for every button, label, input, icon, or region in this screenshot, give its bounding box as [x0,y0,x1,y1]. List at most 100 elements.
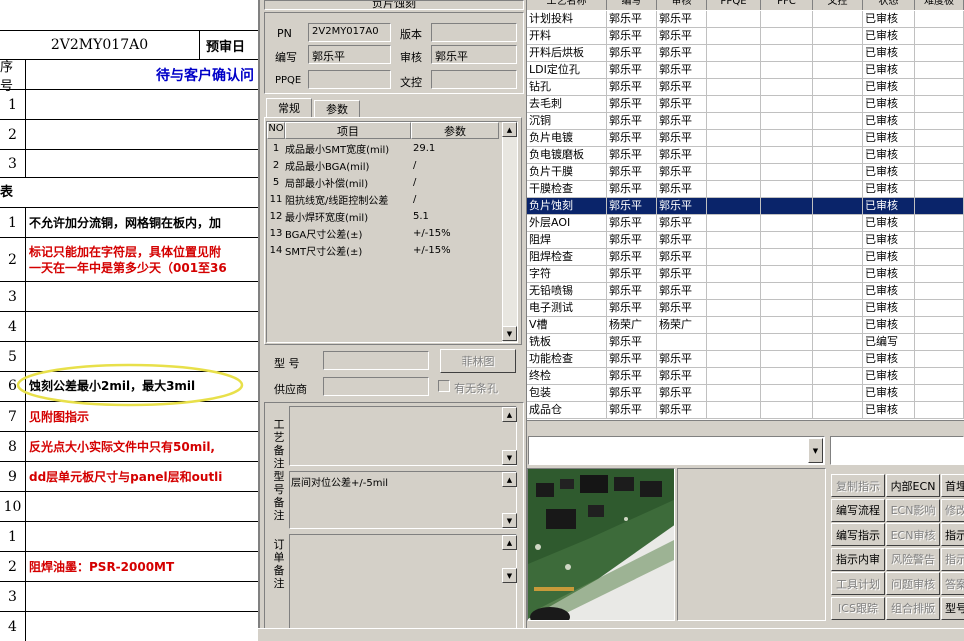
sheet-row-num: 9 [0,462,26,491]
process-note-label: 工艺备注 [272,418,286,470]
strip-checkbox[interactable] [438,380,450,392]
process-row[interactable]: 功能检查 郭乐平 郭乐平 已审核 [527,351,964,368]
action-button[interactable]: 指示 [941,547,964,571]
tab-general[interactable]: 常规 [266,98,312,117]
process-row[interactable]: 负片电镀 郭乐平 郭乐平 已审核 [527,130,964,147]
action-button[interactable]: 答案 [941,572,964,595]
process-row[interactable]: 字符 郭乐平 郭乐平 已审核 [527,266,964,283]
process-row[interactable]: 阻焊 郭乐平 郭乐平 已审核 [527,232,964,249]
model-field[interactable] [323,351,429,370]
version-field[interactable] [431,23,517,42]
process-cell-empty [707,147,761,164]
param-row[interactable]: 2 成品最小BGA(mil) / [267,157,499,174]
sheet-row-num: 1 [0,522,26,551]
tab-params[interactable]: 参数 [314,100,360,117]
scroll-up-icon[interactable]: ▲ [502,122,517,137]
process-row[interactable]: 负片蚀刻 郭乐平 郭乐平 已审核 [527,198,964,215]
action-button[interactable]: ECN审核 [886,523,940,546]
doc-field[interactable] [431,70,517,89]
model-note-field[interactable]: 层间对位公差+/-5mil [289,471,517,529]
grid-col-header[interactable]: 编写 [607,0,657,10]
process-cell-writer: 郭乐平 [607,402,657,419]
action-button[interactable]: 风险警告 [886,547,940,571]
process-row[interactable]: 无铅喷锡 郭乐平 郭乐平 已审核 [527,283,964,300]
order-note-field[interactable] [289,534,517,639]
grid-col-header[interactable]: PFC [761,0,813,10]
process-cell-name: 阻焊 [527,232,607,249]
param-row[interactable]: 5 局部最小补偿(mil) / [267,174,499,191]
action-button[interactable]: 首埋 [941,474,964,497]
grid-col-header[interactable]: 文控 [813,0,863,10]
process-row[interactable]: 成品仓 郭乐平 郭乐平 已审核 [527,402,964,419]
param-row[interactable]: 1 成品最小SMT宽度(mil) 29.1 [267,140,499,157]
ppqe-field[interactable] [308,70,391,89]
process-row[interactable]: 外层AOI 郭乐平 郭乐平 已审核 [527,215,964,232]
action-button[interactable]: 指示 [941,523,964,546]
process-note-field[interactable] [289,406,517,466]
scroll-down-icon[interactable]: ▼ [502,450,517,465]
process-row[interactable]: 开料后烘板 郭乐平 郭乐平 已审核 [527,45,964,62]
reviewer-field[interactable]: 郭乐平 [431,45,517,64]
action-button[interactable]: 型号 [941,596,964,620]
grid-col-header[interactable]: 审核 [657,0,707,10]
pn-field[interactable]: 2V2MY017A0 [308,23,391,42]
process-row[interactable]: 铣板 郭乐平 已编写 [527,334,964,351]
action-button[interactable]: 内部ECN [886,474,940,497]
process-cell-reviewer: 郭乐平 [657,28,707,45]
process-cell-writer: 郭乐平 [607,215,657,232]
process-row[interactable]: 钻孔 郭乐平 郭乐平 已审核 [527,79,964,96]
fei-button[interactable]: 菲林图 [440,349,516,373]
process-row[interactable]: 沉铜 郭乐平 郭乐平 已审核 [527,113,964,130]
sheet-row-num: 4 [0,312,26,341]
sheet-row: 2 标记只能加在字符层，具体位置见附 一天在一年中是第多少天（001至36 [0,238,258,282]
action-button[interactable]: ICS跟踪 [831,596,885,620]
process-cell-writer: 郭乐平 [607,368,657,385]
process-row[interactable]: 终检 郭乐平 郭乐平 已审核 [527,368,964,385]
grid-col-header[interactable]: 难度极 [915,0,964,10]
action-button[interactable]: ECN影响 [886,498,940,522]
filter-combo[interactable] [830,436,964,465]
action-button[interactable]: 复制指示 [831,474,885,497]
action-button[interactable]: 修改 [941,498,964,522]
process-cell-empty [761,283,813,300]
process-row[interactable]: V槽 杨荣广 杨荣广 已审核 [527,317,964,334]
param-row[interactable]: 13 BGA尺寸公差(±) +/-15% [267,225,499,242]
process-row[interactable]: 包装 郭乐平 郭乐平 已审核 [527,385,964,402]
action-button[interactable]: 工具计划 [831,572,885,595]
process-row[interactable]: 去毛刺 郭乐平 郭乐平 已审核 [527,96,964,113]
param-scrollbar[interactable] [502,122,517,342]
process-row[interactable]: 计划投料 郭乐平 郭乐平 已审核 [527,11,964,28]
scroll-down-icon[interactable]: ▼ [502,568,517,583]
process-cell-name: 开料后烘板 [527,45,607,62]
action-button[interactable]: 指示内审 [831,547,885,571]
grid-col-header[interactable]: 工艺名称 [527,0,607,10]
supplier-field[interactable] [323,377,429,396]
scroll-down-icon[interactable]: ▼ [502,513,517,528]
process-row[interactable]: 电子测试 郭乐平 郭乐平 已审核 [527,300,964,317]
process-row[interactable]: 干膜检查 郭乐平 郭乐平 已审核 [527,181,964,198]
writer-field[interactable]: 郭乐平 [308,45,391,64]
action-button[interactable]: 问题审核 [886,572,940,595]
action-button[interactable]: 编写指示 [831,523,885,546]
process-cell-empty [915,232,964,249]
scroll-up-icon[interactable]: ▲ [502,535,517,550]
process-row[interactable]: 阻焊检查 郭乐平 郭乐平 已审核 [527,249,964,266]
grid-col-header[interactable]: PPQE [707,0,761,10]
chevron-down-icon[interactable]: ▼ [808,438,823,463]
scroll-up-icon[interactable]: ▲ [502,472,517,487]
grid-col-header[interactable]: 状态 [863,0,915,10]
scroll-up-icon[interactable]: ▲ [502,407,517,422]
process-row[interactable]: 负片干膜 郭乐平 郭乐平 已审核 [527,164,964,181]
param-row[interactable]: 11 阻抗线宽/线距控制公差 / [267,191,499,208]
param-row[interactable]: 12 最小焊环宽度(mil) 5.1 [267,208,499,225]
scroll-down-icon[interactable]: ▼ [502,326,517,341]
process-row[interactable]: 开料 郭乐平 郭乐平 已审核 [527,28,964,45]
param-val: / [413,160,417,171]
process-cell-empty [761,232,813,249]
process-combo[interactable]: ▼ [528,436,825,465]
param-row[interactable]: 14 SMT尺寸公差(±) +/-15% [267,242,499,259]
action-button[interactable]: 编写流程 [831,498,885,522]
process-row[interactable]: 负电镀磨板 郭乐平 郭乐平 已审核 [527,147,964,164]
process-row[interactable]: LDI定位孔 郭乐平 郭乐平 已审核 [527,62,964,79]
action-button[interactable]: 组合排版 [886,596,940,620]
